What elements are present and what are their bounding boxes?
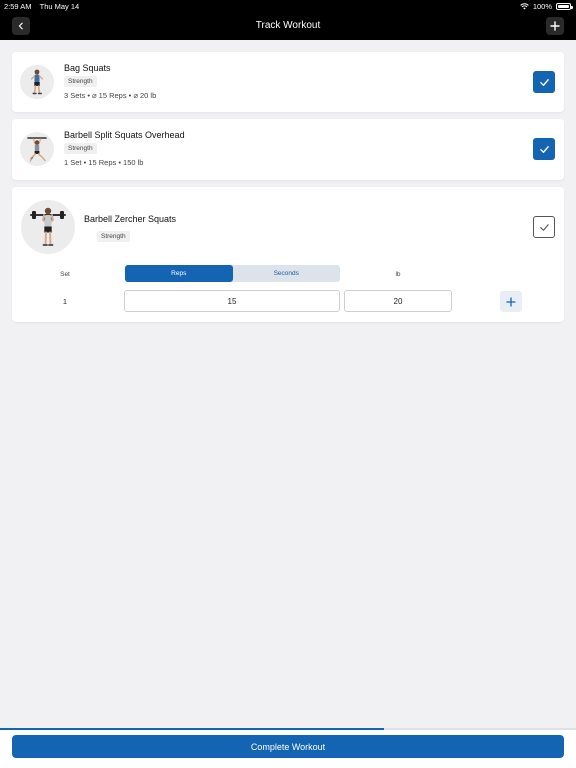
exercise-summary: 3 Sets • ⌀ 15 Reps • ⌀ 20 lb xyxy=(64,91,157,100)
status-time: 2:59 AM xyxy=(4,2,32,11)
weight-unit-header: lb xyxy=(395,271,401,278)
exercise-thumbnail xyxy=(21,200,75,254)
set-column-header: Set xyxy=(60,271,70,278)
checkmark-icon xyxy=(539,223,549,231)
nav-bar: Track Workout xyxy=(0,12,576,40)
seconds-option[interactable]: Seconds xyxy=(233,265,341,282)
exercise-summary: 1 Set • 15 Reps • 150 lb xyxy=(64,158,144,167)
checkmark-icon xyxy=(539,145,549,153)
exercise-name: Barbell Zercher Squats xyxy=(84,214,177,224)
checkmark-icon xyxy=(539,78,549,86)
plus-icon xyxy=(550,21,560,31)
reps-input[interactable]: 15 xyxy=(124,290,340,312)
exercise-card-barbell-zercher-squats: Barbell Zercher Squats Strength Set Reps… xyxy=(12,187,564,322)
page-title: Track Workout xyxy=(255,20,321,31)
exercise-category-tag: Strength xyxy=(64,76,97,87)
athlete-figure-icon xyxy=(30,69,44,95)
complete-exercise-checkbox[interactable] xyxy=(533,138,555,160)
exercise-card-bag-squats[interactable]: Bag Squats Strength 3 Sets • ⌀ 15 Reps •… xyxy=(12,52,564,112)
athlete-figure-icon xyxy=(27,137,47,162)
exercise-name: Bag Squats xyxy=(64,63,111,73)
complete-exercise-checkbox[interactable] xyxy=(533,216,555,238)
complete-workout-button[interactable]: Complete Workout xyxy=(12,735,564,758)
athlete-figure-icon xyxy=(30,207,66,246)
reps-option[interactable]: Reps xyxy=(125,265,233,282)
exercise-thumbnail xyxy=(20,132,54,166)
wifi-icon xyxy=(520,3,529,10)
battery-icon xyxy=(556,3,573,10)
status-date: Thu May 14 xyxy=(39,2,80,11)
battery-percent: 100% xyxy=(532,2,552,11)
exercise-name: Barbell Split Squats Overhead xyxy=(64,130,185,140)
plus-icon xyxy=(506,296,516,307)
complete-exercise-checkbox[interactable] xyxy=(533,71,555,93)
exercise-card-barbell-split-squats-overhead[interactable]: Barbell Split Squats Overhead Strength 1… xyxy=(12,119,564,180)
set-number: 1 xyxy=(62,297,68,306)
bottom-action-area: Complete Workout xyxy=(0,730,576,768)
exercise-thumbnail xyxy=(20,65,54,99)
weight-input[interactable]: 20 xyxy=(344,290,452,312)
add-exercise-button[interactable] xyxy=(546,17,564,35)
status-bar: 2:59 AM Thu May 14 100% xyxy=(0,0,576,12)
exercise-category-tag: Strength xyxy=(97,231,130,242)
exercise-category-tag: Strength xyxy=(64,143,97,154)
add-set-button[interactable] xyxy=(500,291,522,312)
reps-seconds-toggle: Reps Seconds xyxy=(125,265,340,282)
